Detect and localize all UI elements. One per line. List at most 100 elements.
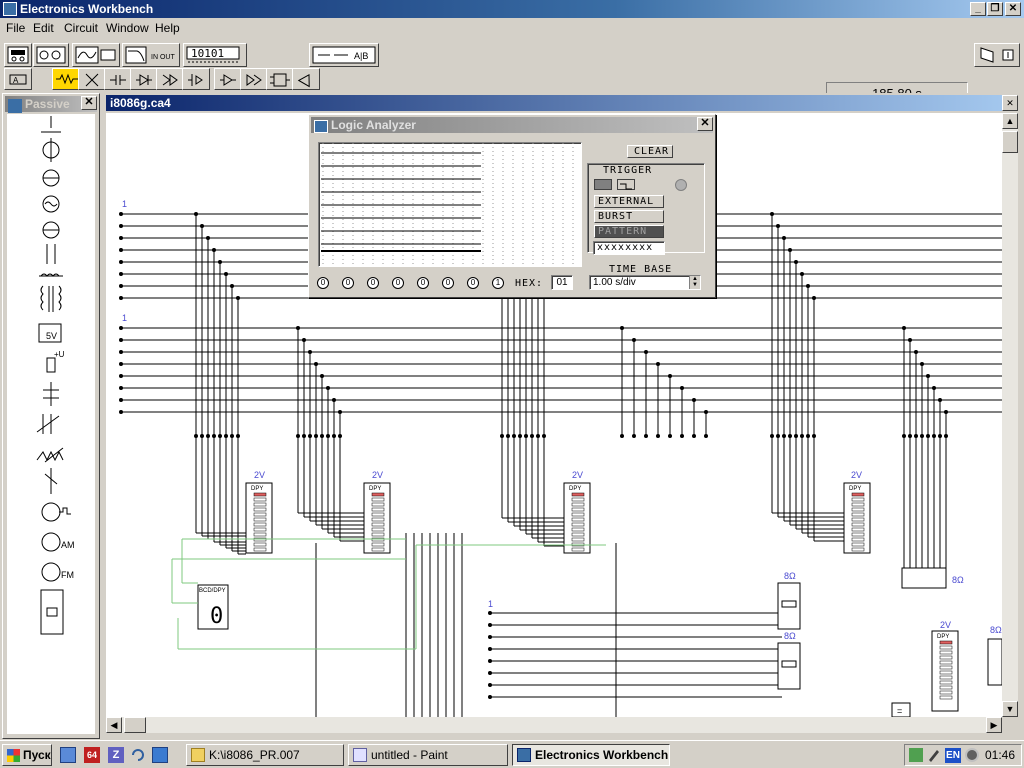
positive-edge-button[interactable] — [594, 179, 612, 190]
scroll-right-button[interactable]: ▶ — [986, 717, 1002, 733]
disc-icon[interactable] — [965, 748, 979, 762]
word-generator-button[interactable]: 10101 — [183, 43, 247, 67]
close-button[interactable]: ✕ — [1005, 2, 1021, 16]
menu-help[interactable]: Help — [155, 21, 180, 35]
analog-ics-bin-button[interactable] — [182, 68, 210, 90]
input-terminal[interactable]: 0 — [467, 277, 479, 289]
source-label: +U — [54, 350, 65, 359]
inductor-icon[interactable] — [39, 273, 63, 277]
voltage-source-icon[interactable] — [46, 357, 56, 373]
falling-edge-icon — [620, 183, 632, 190]
task-explorer-folder[interactable]: K:\i8086_PR.007 — [186, 744, 344, 766]
svg-text:10101: 10101 — [191, 47, 224, 60]
logic-gates-bin-button[interactable] — [266, 68, 294, 90]
task-paint[interactable]: untitled - Paint — [348, 744, 508, 766]
led-segment — [571, 547, 585, 552]
menu-edit[interactable]: Edit — [33, 21, 54, 35]
diodes-bin-button[interactable] — [130, 68, 158, 90]
capacitor-icon[interactable] — [46, 244, 56, 264]
explorer-icon[interactable] — [152, 747, 168, 763]
led-segment — [939, 655, 953, 660]
language-indicator[interactable]: EN — [945, 748, 961, 763]
multimeter-button[interactable] — [4, 43, 32, 67]
ac-current-icon[interactable] — [42, 221, 60, 239]
junction-dot — [119, 248, 123, 252]
pen-icon[interactable] — [927, 748, 941, 762]
aida64-icon[interactable]: 64 — [84, 747, 100, 763]
mixed-ics-bin-button[interactable] — [214, 68, 242, 90]
junction-dot — [800, 434, 804, 438]
input-terminal[interactable]: 0 — [392, 277, 404, 289]
ground-part-icon[interactable] — [41, 116, 61, 133]
input-terminal[interactable]: 0 — [442, 277, 454, 289]
start-button[interactable]: Пуск — [2, 744, 52, 766]
ac-source-icon[interactable] — [42, 195, 60, 213]
led-segment — [253, 532, 267, 537]
task-electronics-workbench[interactable]: Electronics Workbench — [512, 744, 670, 766]
transistors-bin-button[interactable] — [156, 68, 184, 90]
scroll-up-button[interactable]: ▲ — [1002, 113, 1018, 129]
vertical-scroll-thumb[interactable] — [1002, 131, 1018, 153]
fm-source-icon[interactable] — [41, 562, 61, 582]
timebase-spinner[interactable]: ▲ ▼ — [689, 276, 700, 289]
input-terminal[interactable]: 0 — [317, 277, 329, 289]
clear-button[interactable]: CLEAR — [627, 145, 673, 158]
input-terminal[interactable]: 1 — [492, 277, 504, 289]
power-switch-button[interactable] — [974, 43, 1020, 67]
junction-dot — [632, 434, 636, 438]
pattern-button[interactable]: PATTERN — [594, 225, 664, 238]
clock-source-icon[interactable] — [41, 502, 71, 522]
oscilloscope-button[interactable] — [72, 43, 120, 67]
pattern-field[interactable]: xxxxxxxx — [593, 241, 665, 255]
circuit-close-button[interactable]: ✕ — [1002, 95, 1018, 111]
switch-part-icon[interactable] — [44, 468, 58, 494]
current-source-icon[interactable] — [42, 169, 60, 187]
active-bin-button[interactable] — [78, 68, 106, 90]
crystal-icon[interactable] — [40, 589, 64, 635]
led-segment — [253, 492, 267, 497]
junction-dot — [944, 434, 948, 438]
horizontal-scrollbar[interactable]: ◀ ▶ — [106, 717, 1002, 733]
horizontal-scroll-thumb[interactable] — [124, 717, 146, 733]
show-desktop-icon[interactable] — [60, 747, 76, 763]
passive-bin-button[interactable] — [52, 68, 80, 90]
fm-label: FM — [61, 570, 74, 580]
logic-analyzer-close-button[interactable]: ✕ — [697, 117, 713, 131]
external-button[interactable]: EXTERNAL — [594, 195, 664, 208]
logic-converter-button[interactable]: A|B — [309, 43, 379, 67]
scroll-left-button[interactable]: ◀ — [106, 717, 122, 733]
negative-edge-button[interactable] — [617, 179, 635, 190]
burst-button[interactable]: BURST — [594, 210, 664, 223]
vertical-scrollbar[interactable]: ▲ ▼ — [1002, 113, 1018, 717]
z-app-icon[interactable]: Z — [108, 747, 124, 763]
potentiometer-icon[interactable] — [36, 447, 64, 463]
led-segment — [851, 497, 865, 502]
digital-ics-bin-button[interactable] — [240, 68, 268, 90]
refresh-icon[interactable] — [130, 747, 146, 763]
input-terminal[interactable]: 0 — [367, 277, 379, 289]
variable-capacitor-icon[interactable] — [36, 414, 60, 434]
restore-button[interactable]: ❐ — [987, 2, 1003, 16]
relay-icon[interactable] — [43, 382, 59, 406]
menu-window[interactable]: Window — [106, 21, 149, 35]
menu-file[interactable]: File — [6, 21, 25, 35]
network-icon[interactable] — [909, 748, 923, 762]
timebase-field[interactable]: 1.00 s/div ▲ ▼ — [589, 275, 701, 290]
minimize-button[interactable]: _ — [970, 2, 986, 16]
menu-circuit[interactable]: Circuit — [64, 21, 98, 35]
battery-part-icon[interactable] — [42, 138, 60, 162]
input-terminal[interactable]: 0 — [417, 277, 429, 289]
input-terminal[interactable]: 0 — [342, 277, 354, 289]
scroll-down-button[interactable]: ▼ — [1002, 701, 1018, 717]
palette-close-button[interactable]: ✕ — [81, 96, 97, 110]
bode-plotter-button[interactable]: IN OUT — [122, 43, 180, 67]
junction-dot — [794, 260, 798, 264]
am-source-icon[interactable] — [41, 532, 61, 552]
controls-bin-button[interactable] — [104, 68, 132, 90]
favorites-bin-button[interactable]: A — [4, 68, 32, 90]
indicators-bin-button[interactable] — [292, 68, 320, 90]
voltage-label: 2V — [572, 470, 583, 480]
function-generator-button[interactable] — [33, 43, 69, 67]
led-segment — [371, 542, 385, 547]
transformer-icon[interactable] — [40, 285, 62, 312]
